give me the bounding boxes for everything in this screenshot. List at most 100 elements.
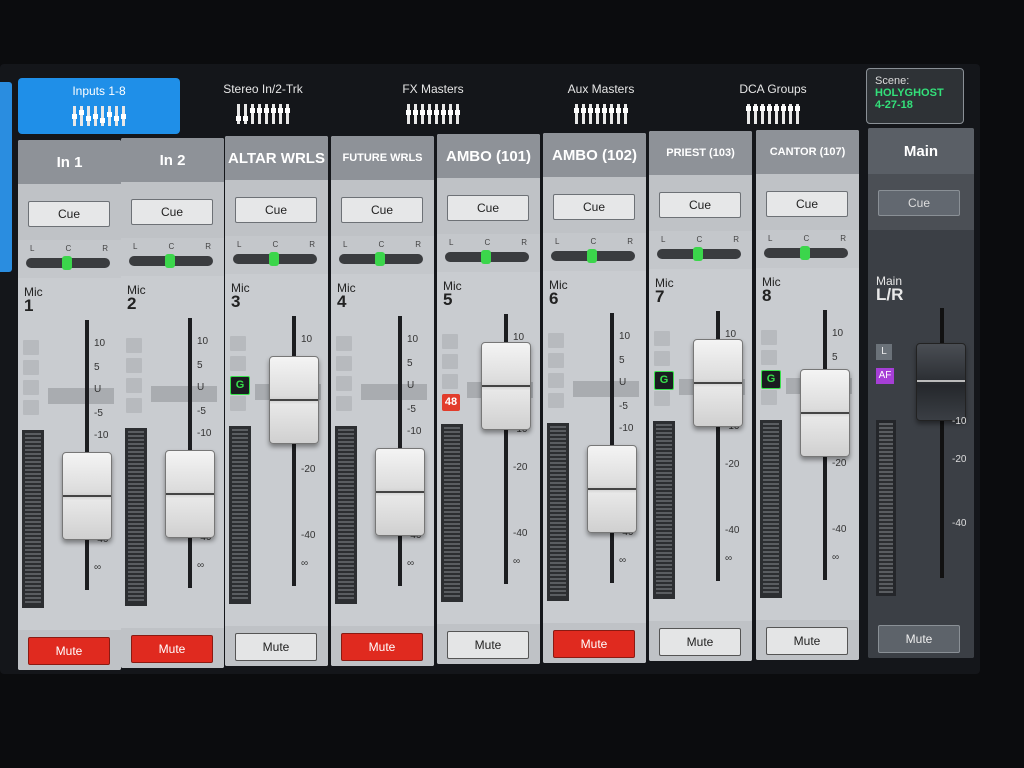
channel-source-label: Mic 6 <box>549 279 568 308</box>
tab-inputs-1-8[interactable]: Inputs 1-8 <box>18 78 180 134</box>
mute-button[interactable]: Mute <box>766 627 848 655</box>
unity-marker <box>573 381 639 397</box>
channel-name[interactable]: AMBO (102) <box>543 133 646 177</box>
fader-cap[interactable] <box>587 445 637 534</box>
cue-button[interactable]: Cue <box>131 199 213 225</box>
fader-cap[interactable] <box>269 356 319 445</box>
tab-dca-groups[interactable]: DCA Groups <box>708 76 838 132</box>
pan-knob[interactable] <box>481 250 491 264</box>
pan-knob[interactable] <box>587 249 597 263</box>
left-panel-edge[interactable] <box>0 82 12 272</box>
mute-button[interactable]: Mute <box>659 628 741 656</box>
pan-control[interactable]: LCR <box>225 236 328 274</box>
scale-tick: U <box>197 382 205 393</box>
channel-number: 2 <box>127 294 137 313</box>
scale-tick: -10 <box>94 430 109 441</box>
tab-stereo-in[interactable]: Stereo In/2-Trk <box>198 76 328 132</box>
pan-control[interactable]: LCR <box>649 231 752 269</box>
channel-name[interactable]: In 1 <box>18 140 121 184</box>
cue-button[interactable]: Cue <box>553 194 635 220</box>
main-cue-button[interactable]: Cue <box>878 190 960 216</box>
fader-cap[interactable] <box>165 450 215 539</box>
scale-tick: ∞ <box>619 555 627 566</box>
cue-area: Cue <box>18 184 121 240</box>
gate-badge[interactable]: G <box>761 370 781 389</box>
pan-control[interactable]: LCR <box>756 230 859 268</box>
pan-knob[interactable] <box>62 256 72 270</box>
tab-fx-masters[interactable]: FX Masters <box>368 76 498 132</box>
mute-button[interactable]: Mute <box>341 633 423 661</box>
pan-track[interactable] <box>445 250 529 264</box>
unity-marker <box>151 386 217 402</box>
scale-tick: 10 <box>832 328 844 339</box>
main-level-meter <box>876 420 896 596</box>
pan-track[interactable] <box>551 249 635 263</box>
processing-leds <box>548 333 564 413</box>
tab-aux-masters[interactable]: Aux Masters <box>536 76 666 132</box>
pan-label-c: C <box>696 235 703 244</box>
scale-tick: 5 <box>832 352 838 363</box>
cue-button[interactable]: Cue <box>766 191 848 217</box>
cue-button[interactable]: Cue <box>341 197 423 223</box>
level-meter <box>335 426 357 604</box>
pan-control[interactable]: LCR <box>331 236 434 274</box>
mute-button[interactable]: Mute <box>447 631 529 659</box>
mute-button[interactable]: Mute <box>28 637 110 665</box>
pan-label-r: R <box>733 235 739 244</box>
gate-badge[interactable]: G <box>230 376 250 395</box>
pan-control[interactable]: LCR <box>121 238 224 276</box>
cue-button[interactable]: Cue <box>28 201 110 227</box>
mini-faders-icon <box>368 104 498 124</box>
scale-tick: -10 <box>407 426 422 437</box>
mute-area: Mute <box>121 628 224 668</box>
pan-track[interactable] <box>657 247 741 261</box>
fader-cap[interactable] <box>481 341 531 430</box>
cue-button[interactable]: Cue <box>659 192 741 218</box>
channel-name[interactable]: FUTURE WRLS <box>331 136 434 180</box>
pan-knob[interactable] <box>375 252 385 266</box>
scene-indicator[interactable]: Scene: HOLYGHOST 4-27-18 <box>866 68 964 124</box>
fader-cap[interactable] <box>375 448 425 537</box>
scale-tick: -10 <box>952 416 967 427</box>
pan-track[interactable] <box>129 254 213 268</box>
pan-track[interactable] <box>339 252 423 266</box>
main-mute-button[interactable]: Mute <box>878 625 960 653</box>
pan-track[interactable] <box>233 252 317 266</box>
mute-button[interactable]: Mute <box>553 630 635 658</box>
fader-cap[interactable] <box>693 338 743 427</box>
channel-name[interactable]: ALTAR WRLS <box>225 136 328 180</box>
scale-tick: -5 <box>94 408 103 419</box>
fader-cap[interactable] <box>62 452 112 541</box>
af-badge[interactable]: AF <box>876 368 894 384</box>
pan-control[interactable]: LCR <box>437 234 540 272</box>
pan-label-l: L <box>768 234 773 243</box>
channel-name[interactable]: PRIEST (103) <box>649 131 752 175</box>
pan-track[interactable] <box>26 256 110 270</box>
link-badge[interactable]: L <box>876 344 892 360</box>
scale-tick: ∞ <box>725 553 733 564</box>
channel-name[interactable]: CANTOR (107) <box>756 130 859 174</box>
cue-button[interactable]: Cue <box>235 197 317 223</box>
pan-track[interactable] <box>764 246 848 260</box>
mute-button[interactable]: Mute <box>131 635 213 663</box>
channel-strip-6: AMBO (102) Cue LCR Mic6 105U-5-10-20-40∞… <box>543 133 646 663</box>
channel-name[interactable]: AMBO (101) <box>437 134 540 178</box>
fader-cap[interactable] <box>800 368 850 457</box>
gate-badge[interactable]: G <box>654 371 674 390</box>
pan-label-c: C <box>803 234 810 243</box>
pan-knob[interactable] <box>800 246 810 260</box>
pan-control[interactable]: LCR <box>543 233 646 271</box>
pan-label-r: R <box>627 237 633 246</box>
channel-name[interactable]: In 2 <box>121 138 224 182</box>
main-fader-cap[interactable] <box>916 342 966 421</box>
channel-number: 3 <box>231 292 241 311</box>
scale-tick: -40 <box>301 530 316 541</box>
phantom-power-badge[interactable]: 48 <box>442 394 460 411</box>
pan-knob[interactable] <box>269 252 279 266</box>
scale-tick: ∞ <box>407 558 415 569</box>
mute-button[interactable]: Mute <box>235 633 317 661</box>
pan-control[interactable]: LCR <box>18 240 121 278</box>
pan-knob[interactable] <box>693 247 703 261</box>
cue-button[interactable]: Cue <box>447 195 529 221</box>
pan-knob[interactable] <box>165 254 175 268</box>
